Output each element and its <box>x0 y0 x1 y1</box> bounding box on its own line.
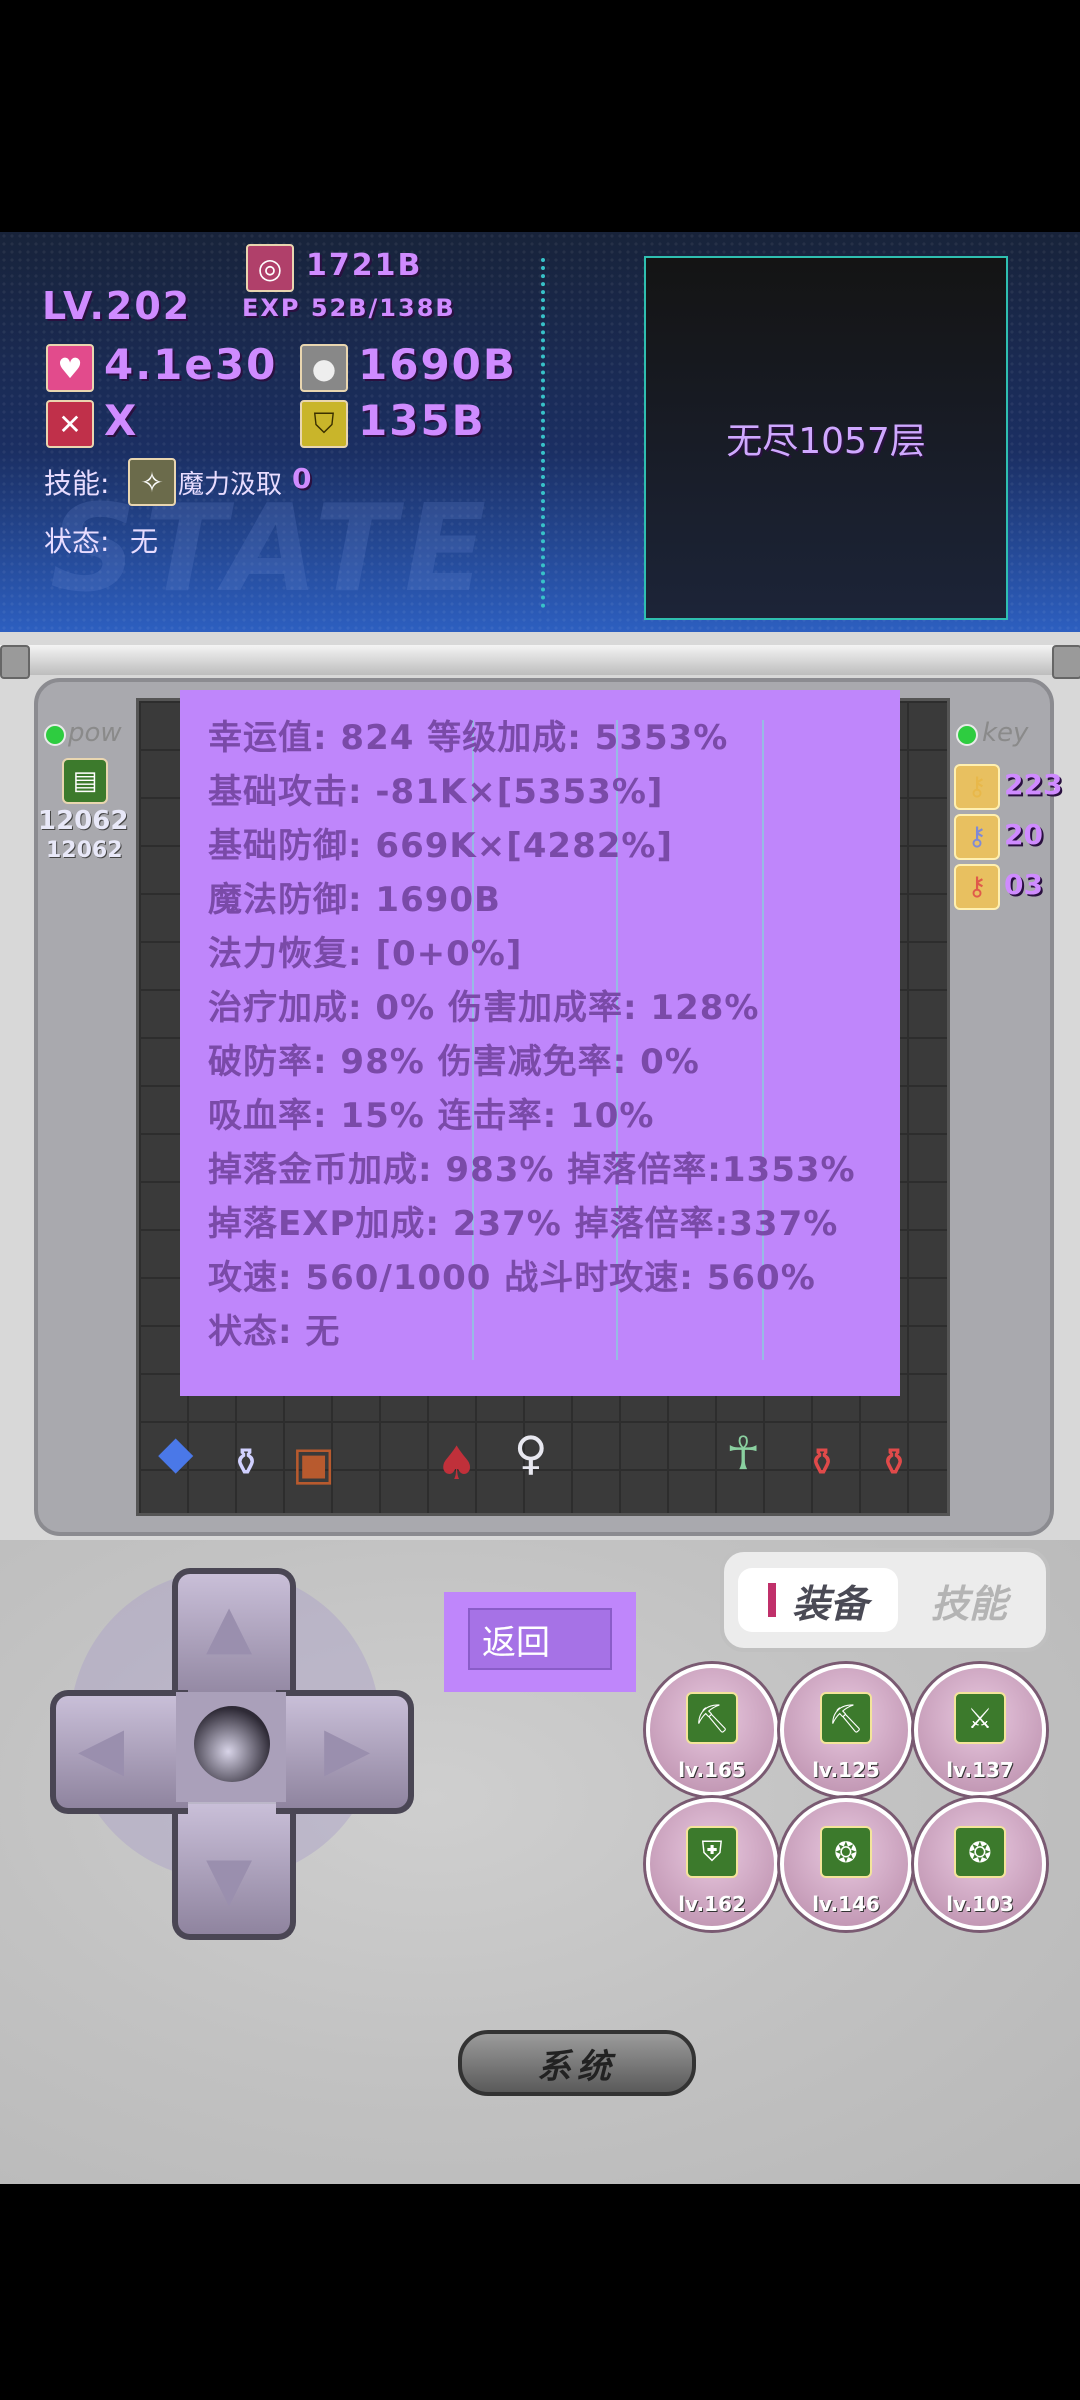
equipment-slot[interactable]: ⛨ lv.162 <box>646 1798 778 1930</box>
pickaxe-icon: ⛏ <box>686 1692 738 1744</box>
tab-active-marker <box>767 1583 776 1617</box>
spellbook-icon[interactable]: ▤ <box>62 758 108 804</box>
stat-line: 掉落金币加成: 983% 掉落倍率:1353% <box>208 1150 856 1190</box>
key-icon: ⚷ <box>954 814 1000 860</box>
status-value: 无 <box>130 525 159 558</box>
equipment-level: lv.165 <box>678 1758 746 1782</box>
stat-line: 幸运值: 824 等级加成: 5353% <box>208 718 729 758</box>
equipment-slot[interactable]: ⛏ lv.125 <box>780 1664 912 1796</box>
dpad-down-button[interactable]: ▼ <box>172 1804 296 1940</box>
element-icon: ✕ <box>46 400 94 448</box>
system-button[interactable]: 系统 <box>458 2030 696 2096</box>
key-count: 03 <box>1004 868 1043 901</box>
floor-display: 无尽1057层 <box>644 256 1008 620</box>
equipment-slot[interactable]: ❂ lv.146 <box>780 1798 912 1930</box>
stat-line: 掉落EXP加成: 237% 掉落倍率:337% <box>208 1204 839 1244</box>
bat-icon: ♠ <box>436 1436 478 1490</box>
shield-icon: ⛉ <box>300 400 348 448</box>
equipment-level: lv.146 <box>812 1892 880 1916</box>
skill-count: 0 <box>292 462 314 495</box>
pow-label: pow <box>68 718 122 748</box>
stat-line: 攻速: 560/1000 战斗时攻速: 560% <box>208 1258 816 1298</box>
key-icon: ⚷ <box>954 764 1000 810</box>
heart-icon: ♥ <box>46 344 94 392</box>
defense-value: 135B <box>358 396 486 445</box>
tab-equipment[interactable]: 装备 <box>738 1568 898 1632</box>
skill-label: 技能: <box>44 467 110 500</box>
equipment-level: lv.103 <box>946 1892 1014 1916</box>
equipment-slot[interactable]: ⛏ lv.165 <box>646 1664 778 1796</box>
floor-label: 无尽1057层 <box>726 421 926 462</box>
rail-knob-right <box>1052 645 1080 679</box>
stats-overlay: 幸运值: 824 等级加成: 5353% 基础攻击: -81K×[5353%] 基础… <box>180 690 900 1396</box>
dpad-center-knob <box>194 1706 270 1782</box>
hero-sprite-icon: ♀ <box>514 1426 548 1480</box>
exp-label: EXP 52B/138B <box>242 294 456 322</box>
golem-icon: ▣ <box>292 1436 336 1490</box>
panel-divider <box>541 258 549 608</box>
skill-icon: ✧ <box>128 458 176 506</box>
stat-line: 基础攻击: -81K×[5353%] <box>208 772 664 812</box>
key-count: 20 <box>1004 818 1043 851</box>
gold-value: 1721B <box>306 248 423 283</box>
key-icon: ⚷ <box>954 864 1000 910</box>
stat-line: 基础防御: 669K×[4282%] <box>208 826 674 866</box>
tab-skills[interactable]: 技能 <box>904 1568 1034 1632</box>
pow-indicator-dot <box>44 724 66 746</box>
stat-line: 治疗加成: 0% 伤害加成率: 128% <box>208 988 760 1028</box>
key-count: 223 <box>1004 768 1063 801</box>
stat-line: 魔法防御: 1690B <box>208 880 501 920</box>
dpad-right-button[interactable]: ▶ <box>276 1690 414 1814</box>
potion-icon: ⚱ <box>230 1440 262 1484</box>
back-button[interactable]: 返回 <box>468 1608 612 1670</box>
tab-equipment-label: 装备 <box>791 1581 868 1626</box>
red-potion-icon: ⚱ <box>806 1440 838 1484</box>
arrow-left-icon: ◀ <box>78 1714 125 1784</box>
pickaxe-icon: ⛏ <box>820 1692 872 1744</box>
key-label: key <box>982 718 1029 748</box>
status-label: 状态: <box>44 525 110 558</box>
blue-crystal-icon: ◆ <box>158 1425 194 1479</box>
equipment-level: lv.137 <box>946 1758 1014 1782</box>
red-potion-icon-2: ⚱ <box>878 1440 910 1484</box>
key-indicator-dot <box>956 724 978 746</box>
stat-line: 破防率: 98% 伤害减免率: 0% <box>208 1042 700 1082</box>
ring-icon: ❂ <box>954 1826 1006 1878</box>
tab-skills-label: 技能 <box>930 1581 1007 1626</box>
ring-icon: ❂ <box>820 1826 872 1878</box>
hp-value: 4.1e30 <box>104 340 278 389</box>
arrow-down-icon: ▼ <box>206 1844 253 1914</box>
gold-icon: ◎ <box>246 244 294 292</box>
stat-line: 吸血率: 15% 连击率: 10% <box>208 1096 655 1136</box>
equipment-level: lv.125 <box>812 1758 880 1782</box>
pow-count-top: 12062 <box>38 806 129 836</box>
rail-knob-left <box>0 645 30 679</box>
element-value: X <box>104 396 139 445</box>
attack-value: 1690B <box>358 340 517 389</box>
arrow-up-icon: ▲ <box>206 1592 253 1662</box>
equipment-level: lv.162 <box>678 1892 746 1916</box>
sword-icon: ⚔ <box>954 1692 1006 1744</box>
stat-line: 状态: 无 <box>208 1312 341 1352</box>
equip-skill-tabs: 装备 技能 <box>720 1548 1050 1652</box>
ghost-icon: ☥ <box>726 1426 761 1480</box>
console-rail <box>0 645 1080 675</box>
equipment-slot[interactable]: ⚔ lv.137 <box>914 1664 1046 1796</box>
level-label: LV.202 <box>42 284 192 328</box>
dpad-left-button[interactable]: ◀ <box>50 1690 188 1814</box>
armor-icon: ⛨ <box>686 1826 738 1878</box>
equipment-slot[interactable]: ❂ lv.103 <box>914 1798 1046 1930</box>
pow-count-bottom: 12062 <box>46 838 123 863</box>
stat-line: 法力恢复: [0+0%] <box>208 934 523 974</box>
arrow-right-icon: ▶ <box>324 1714 371 1784</box>
skill-name: 魔力汲取 <box>178 470 283 500</box>
dpad-up-button[interactable]: ▲ <box>172 1568 296 1704</box>
attack-orb-icon: ● <box>300 344 348 392</box>
